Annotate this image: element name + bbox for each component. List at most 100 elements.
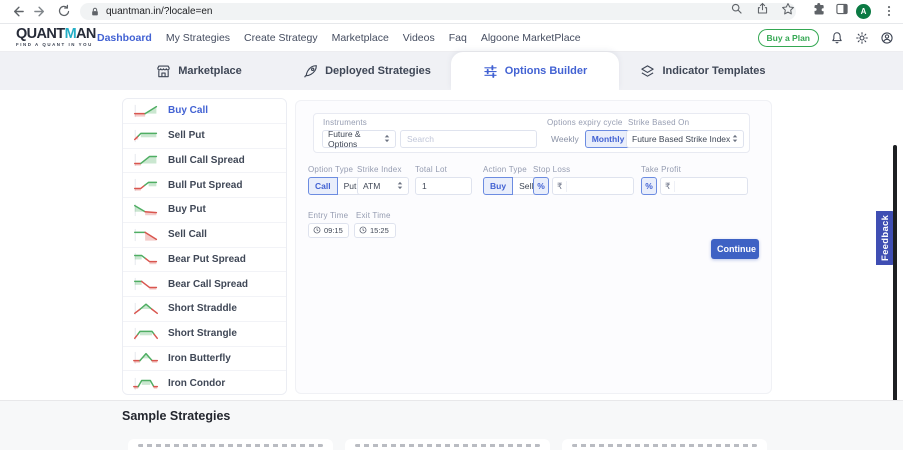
app-window: quantman.in/?locale=en A QUANTMAN FIND A… — [0, 0, 903, 450]
reload-icon[interactable] — [57, 4, 73, 20]
strategy-item-bear-call-spread[interactable]: Bear Call Spread — [123, 272, 286, 297]
settings-icon[interactable] — [855, 31, 869, 45]
browser-avatar[interactable]: A — [856, 4, 871, 19]
main-nav-menu: Dashboard My Strategies Create Strategy Mar… — [97, 24, 581, 52]
tab-label: Indicator Templates — [662, 65, 765, 77]
strategy-item-buy-put[interactable]: Buy Put — [123, 198, 286, 223]
buy-a-plan-button[interactable]: Buy a Plan — [758, 29, 819, 47]
option-type-toggle: Call Put — [308, 177, 363, 195]
page-content: Buy Call Sell Put Bull Call SpreadBull Put… — [0, 90, 903, 400]
puzzle-icon[interactable] — [812, 2, 826, 21]
nav-item-faq[interactable]: Faq — [449, 32, 467, 44]
strategy-item-label: Bear Put Spread — [168, 254, 246, 265]
nav-item-videos[interactable]: Videos — [403, 32, 435, 44]
bull-put-spread-payoff-icon — [133, 178, 159, 192]
tab-deployed-strategies[interactable]: Deployed Strategies — [283, 52, 451, 90]
buy-put-payoff-icon — [133, 203, 159, 217]
action-type-toggle: Buy Sell — [483, 177, 540, 195]
back-icon[interactable] — [10, 4, 26, 20]
stop-loss-input[interactable] — [567, 181, 633, 191]
continue-button[interactable]: Continue — [711, 239, 759, 259]
instrument-search-input[interactable] — [400, 130, 537, 148]
sample-strategy-card[interactable] — [128, 439, 333, 450]
tab-indicator-templates[interactable]: Indicator Templates — [619, 52, 787, 90]
strategy-item-short-strangle[interactable]: Short Strangle — [123, 322, 286, 347]
short-strangle-payoff-icon — [133, 327, 159, 341]
strategy-item-buy-call[interactable]: Buy Call — [123, 99, 286, 124]
strategy-item-bear-put-spread[interactable]: Bear Put Spread — [123, 248, 286, 273]
strategy-item-iron-condor[interactable]: Iron Condor — [123, 371, 286, 395]
stop-loss-label: Stop Loss — [533, 165, 570, 174]
exit-time-label: Exit Time — [356, 211, 391, 220]
page-scrollbar[interactable] — [893, 145, 897, 427]
sell-call-payoff-icon — [133, 228, 159, 242]
short-straddle-payoff-icon — [133, 302, 159, 316]
strategy-item-sell-put[interactable]: Sell Put — [123, 124, 286, 149]
strategy-item-iron-butterfly[interactable]: Iron Butterfly — [123, 347, 286, 372]
strike-based-label: Strike Based On — [628, 118, 689, 127]
strike-based-select[interactable]: Future Based Strike Index — [626, 130, 744, 148]
nav-item-create-strategy[interactable]: Create Strategy — [244, 32, 318, 44]
rupee-symbol: ₹ — [553, 181, 567, 192]
strategy-item-bull-put-spread[interactable]: Bull Put Spread — [123, 173, 286, 198]
zoom-icon[interactable] — [730, 2, 743, 20]
share-icon[interactable] — [756, 2, 769, 20]
nav-item-marketplace[interactable]: Marketplace — [332, 32, 389, 44]
quantman-logo[interactable]: QUANTMAN FIND A QUANT IN YOU — [16, 27, 96, 47]
iron-condor-payoff-icon — [133, 377, 159, 391]
stop-loss-input-box: ₹ — [552, 177, 634, 195]
nav-item-dashboard[interactable]: Dashboard — [97, 32, 152, 44]
side-panel-icon[interactable] — [835, 2, 849, 21]
action-type-buy[interactable]: Buy — [483, 177, 513, 195]
logo-accent-letter: M — [65, 26, 76, 42]
rupee-symbol: ₹ — [661, 181, 675, 192]
bookmark-star-icon[interactable] — [781, 2, 795, 21]
take-profit-input-box: ₹ — [660, 177, 748, 195]
strategy-item-label: Sell Put — [168, 130, 205, 141]
strike-index-value: ATM — [363, 181, 380, 191]
lock-icon — [90, 7, 100, 17]
kebab-menu-icon[interactable] — [882, 4, 896, 23]
entry-time-label: Entry Time — [308, 211, 348, 220]
instruments-label: Instruments — [323, 118, 367, 127]
strike-index-label: Strike Index — [357, 165, 402, 174]
strategy-item-sell-call[interactable]: Sell Call — [123, 223, 286, 248]
take-profit-percent-chip[interactable]: % — [641, 177, 657, 195]
strategy-item-label: Bear Call Spread — [168, 279, 248, 290]
expiry-weekly-option[interactable]: Weekly — [545, 130, 585, 148]
forward-icon[interactable] — [33, 4, 49, 20]
option-type-call[interactable]: Call — [308, 177, 338, 195]
bell-icon[interactable] — [830, 31, 844, 45]
instrument-select[interactable]: Future & Options — [322, 130, 396, 148]
tab-bar: Marketplace Deployed Strategies Options Bu… — [0, 52, 903, 90]
sample-strategy-card[interactable] — [562, 439, 767, 450]
expiry-cycle-label: Options expiry cycle — [547, 118, 623, 127]
exit-time-input[interactable]: 15:25 — [354, 223, 396, 238]
entry-time-input[interactable]: 09:15 — [308, 223, 349, 238]
sliders-icon — [483, 64, 498, 79]
strike-index-select[interactable]: ATM — [357, 177, 409, 195]
logo-tagline: FIND A QUANT IN YOU — [16, 43, 96, 47]
strategy-item-label: Buy Call — [168, 105, 208, 116]
total-lot-input[interactable] — [415, 177, 472, 195]
sample-strategy-card[interactable] — [345, 439, 550, 450]
address-bar[interactable]: quantman.in/?locale=en — [80, 3, 796, 20]
url-text: quantman.in/?locale=en — [106, 6, 212, 17]
tab-label: Marketplace — [178, 65, 242, 77]
updown-arrows-icon — [397, 181, 403, 192]
tab-options-builder[interactable]: Options Builder — [451, 52, 619, 90]
nav-item-my-strategies[interactable]: My Strategies — [166, 32, 230, 44]
account-icon[interactable] — [880, 31, 894, 45]
stop-loss-percent-chip[interactable]: % — [533, 177, 549, 195]
nav-item-algoone-marketplace[interactable]: Algoone MarketPlace — [481, 32, 581, 44]
tab-marketplace[interactable]: Marketplace — [115, 52, 283, 90]
take-profit-input[interactable] — [675, 181, 747, 191]
bear-call-spread-payoff-icon — [133, 277, 159, 291]
expiry-monthly-option[interactable]: Monthly — [585, 130, 632, 148]
strategy-sidebar: Buy Call Sell Put Bull Call SpreadBull Put… — [122, 98, 287, 395]
strategy-item-label: Buy Put — [168, 204, 206, 215]
strategy-item-bull-call-spread[interactable]: Bull Call Spread — [123, 149, 286, 174]
logo-text-end: AN — [76, 26, 96, 42]
tab-label: Options Builder — [505, 65, 588, 77]
strategy-item-short-straddle[interactable]: Short Straddle — [123, 297, 286, 322]
